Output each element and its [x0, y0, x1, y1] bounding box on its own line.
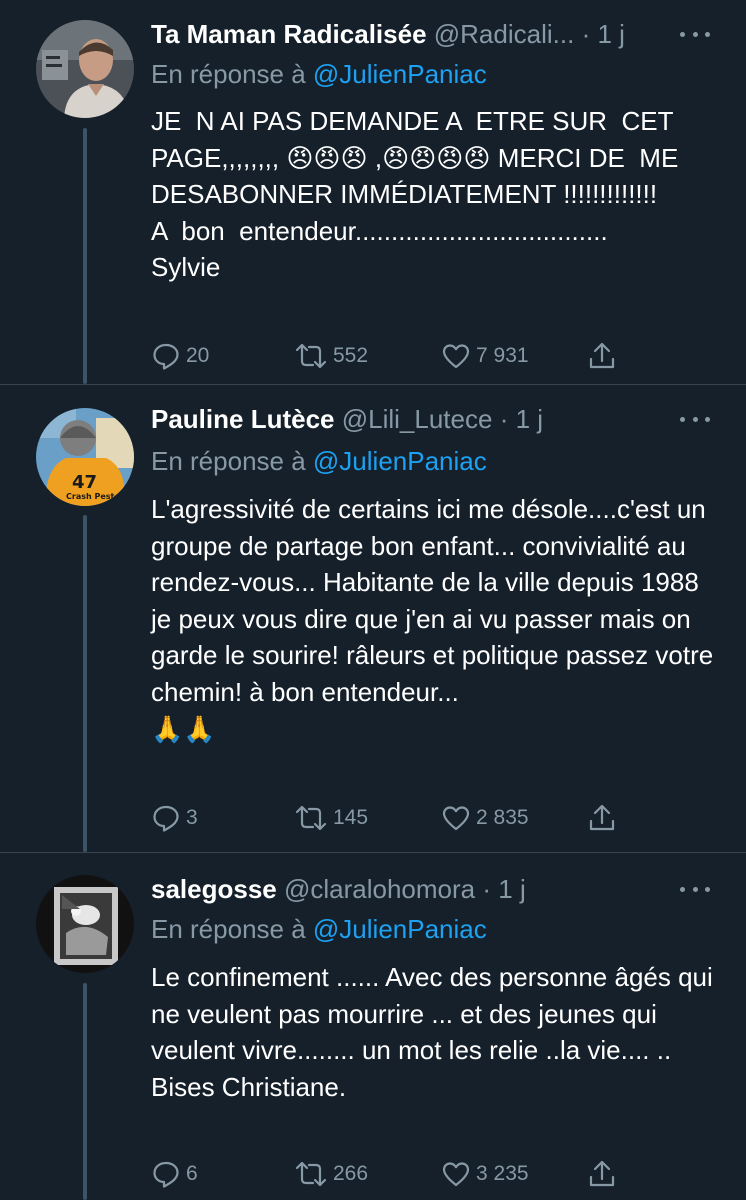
- reply-count: 6: [186, 1162, 198, 1185]
- like-button[interactable]: 2 835: [441, 800, 529, 836]
- reply-context: En réponse à @JulienPaniac: [151, 911, 487, 947]
- separator-dot: ·: [499, 404, 509, 434]
- tweet-1[interactable]: Ta Maman Radicalisée @Radicali... · 1 j …: [0, 0, 746, 384]
- share-button[interactable]: [587, 338, 617, 374]
- thread-line: [83, 128, 87, 384]
- like-button[interactable]: 3 235: [441, 1156, 529, 1192]
- jersey-team: Crash Peste: [66, 492, 120, 501]
- reply-icon: [151, 803, 181, 833]
- display-name[interactable]: salegosse: [151, 874, 277, 904]
- heart-icon: [441, 341, 471, 371]
- user-handle[interactable]: @claralohomora: [284, 874, 475, 904]
- reply-mention-link[interactable]: @JulienPaniac: [313, 446, 487, 476]
- reply-count: 3: [186, 806, 198, 829]
- tweet-actions: 6 266 3 235: [151, 1156, 621, 1192]
- share-icon: [587, 341, 617, 371]
- more-icon[interactable]: [680, 24, 710, 44]
- retweet-icon: [294, 341, 328, 371]
- reply-mention-link[interactable]: @JulienPaniac: [313, 59, 487, 89]
- avatar[interactable]: [36, 875, 134, 973]
- reply-prefix: En réponse à: [151, 59, 306, 89]
- separator-dot: ·: [581, 19, 591, 49]
- thread-line: [83, 515, 87, 852]
- tweet-header: salegosse @claralohomora · 1 j: [151, 871, 676, 907]
- retweet-icon: [294, 803, 328, 833]
- retweet-icon: [294, 1159, 328, 1189]
- reply-count: 20: [186, 344, 210, 367]
- reply-context: En réponse à @JulienPaniac: [151, 443, 487, 479]
- retweet-count: 552: [333, 344, 369, 367]
- separator-dot: ·: [482, 874, 492, 904]
- reply-button[interactable]: 6: [151, 1156, 198, 1192]
- reply-mention-link[interactable]: @JulienPaniac: [313, 914, 487, 944]
- share-button[interactable]: [587, 800, 617, 836]
- tweet-header: Ta Maman Radicalisée @Radicali... · 1 j: [151, 16, 676, 52]
- more-icon[interactable]: [680, 879, 710, 899]
- heart-icon: [441, 803, 471, 833]
- reply-context: En réponse à @JulienPaniac: [151, 56, 487, 92]
- reply-icon: [151, 341, 181, 371]
- reply-button[interactable]: 3: [151, 800, 198, 836]
- tweet-header: Pauline Lutèce @Lili_Lutece · 1 j: [151, 401, 676, 437]
- tweet-actions: 3 145 2 835: [151, 800, 621, 836]
- user-handle[interactable]: @Lili_Lutece: [342, 404, 493, 434]
- retweet-button[interactable]: 552: [294, 338, 368, 374]
- avatar[interactable]: [36, 20, 134, 118]
- jersey-number: 47: [72, 472, 97, 493]
- tweet-2[interactable]: 47 Crash Peste Pauline Lutèce @Lili_Lute…: [0, 385, 746, 852]
- user-handle[interactable]: @Radicali...: [434, 19, 575, 49]
- heart-icon: [441, 1159, 471, 1189]
- retweet-button[interactable]: 266: [294, 1156, 368, 1192]
- reply-button[interactable]: 20: [151, 338, 209, 374]
- reply-prefix: En réponse à: [151, 446, 306, 476]
- reply-prefix: En réponse à: [151, 914, 306, 944]
- display-name[interactable]: Ta Maman Radicalisée: [151, 19, 427, 49]
- share-icon: [587, 803, 617, 833]
- like-count: 3 235: [476, 1162, 529, 1185]
- share-button[interactable]: [587, 1156, 617, 1192]
- timestamp[interactable]: 1 j: [498, 874, 525, 904]
- reply-icon: [151, 1159, 181, 1189]
- retweet-button[interactable]: 145: [294, 800, 368, 836]
- retweet-count: 266: [333, 1162, 369, 1185]
- tweet-text: JE N AI PAS DEMANDE A ETRE SUR CET PAGE,…: [151, 106, 679, 283]
- avatar[interactable]: 47 Crash Peste: [36, 408, 134, 506]
- like-button[interactable]: 7 931: [441, 338, 529, 374]
- timestamp[interactable]: 1 j: [597, 19, 624, 49]
- tweet-actions: 20 552 7 931: [151, 338, 621, 374]
- more-icon[interactable]: [680, 409, 710, 429]
- tweet-3[interactable]: salegosse @claralohomora · 1 j En répons…: [0, 853, 746, 1200]
- like-count: 7 931: [476, 344, 529, 367]
- like-count: 2 835: [476, 806, 529, 829]
- display-name[interactable]: Pauline Lutèce: [151, 404, 335, 434]
- thread-line: [83, 983, 87, 1200]
- tweet-text: Le confinement ...... Avec des personne …: [151, 962, 713, 1102]
- retweet-count: 145: [333, 806, 369, 829]
- timestamp[interactable]: 1 j: [516, 404, 543, 434]
- share-icon: [587, 1159, 617, 1189]
- tweet-text: L'agressivité de certains ici me désole.…: [151, 494, 714, 744]
